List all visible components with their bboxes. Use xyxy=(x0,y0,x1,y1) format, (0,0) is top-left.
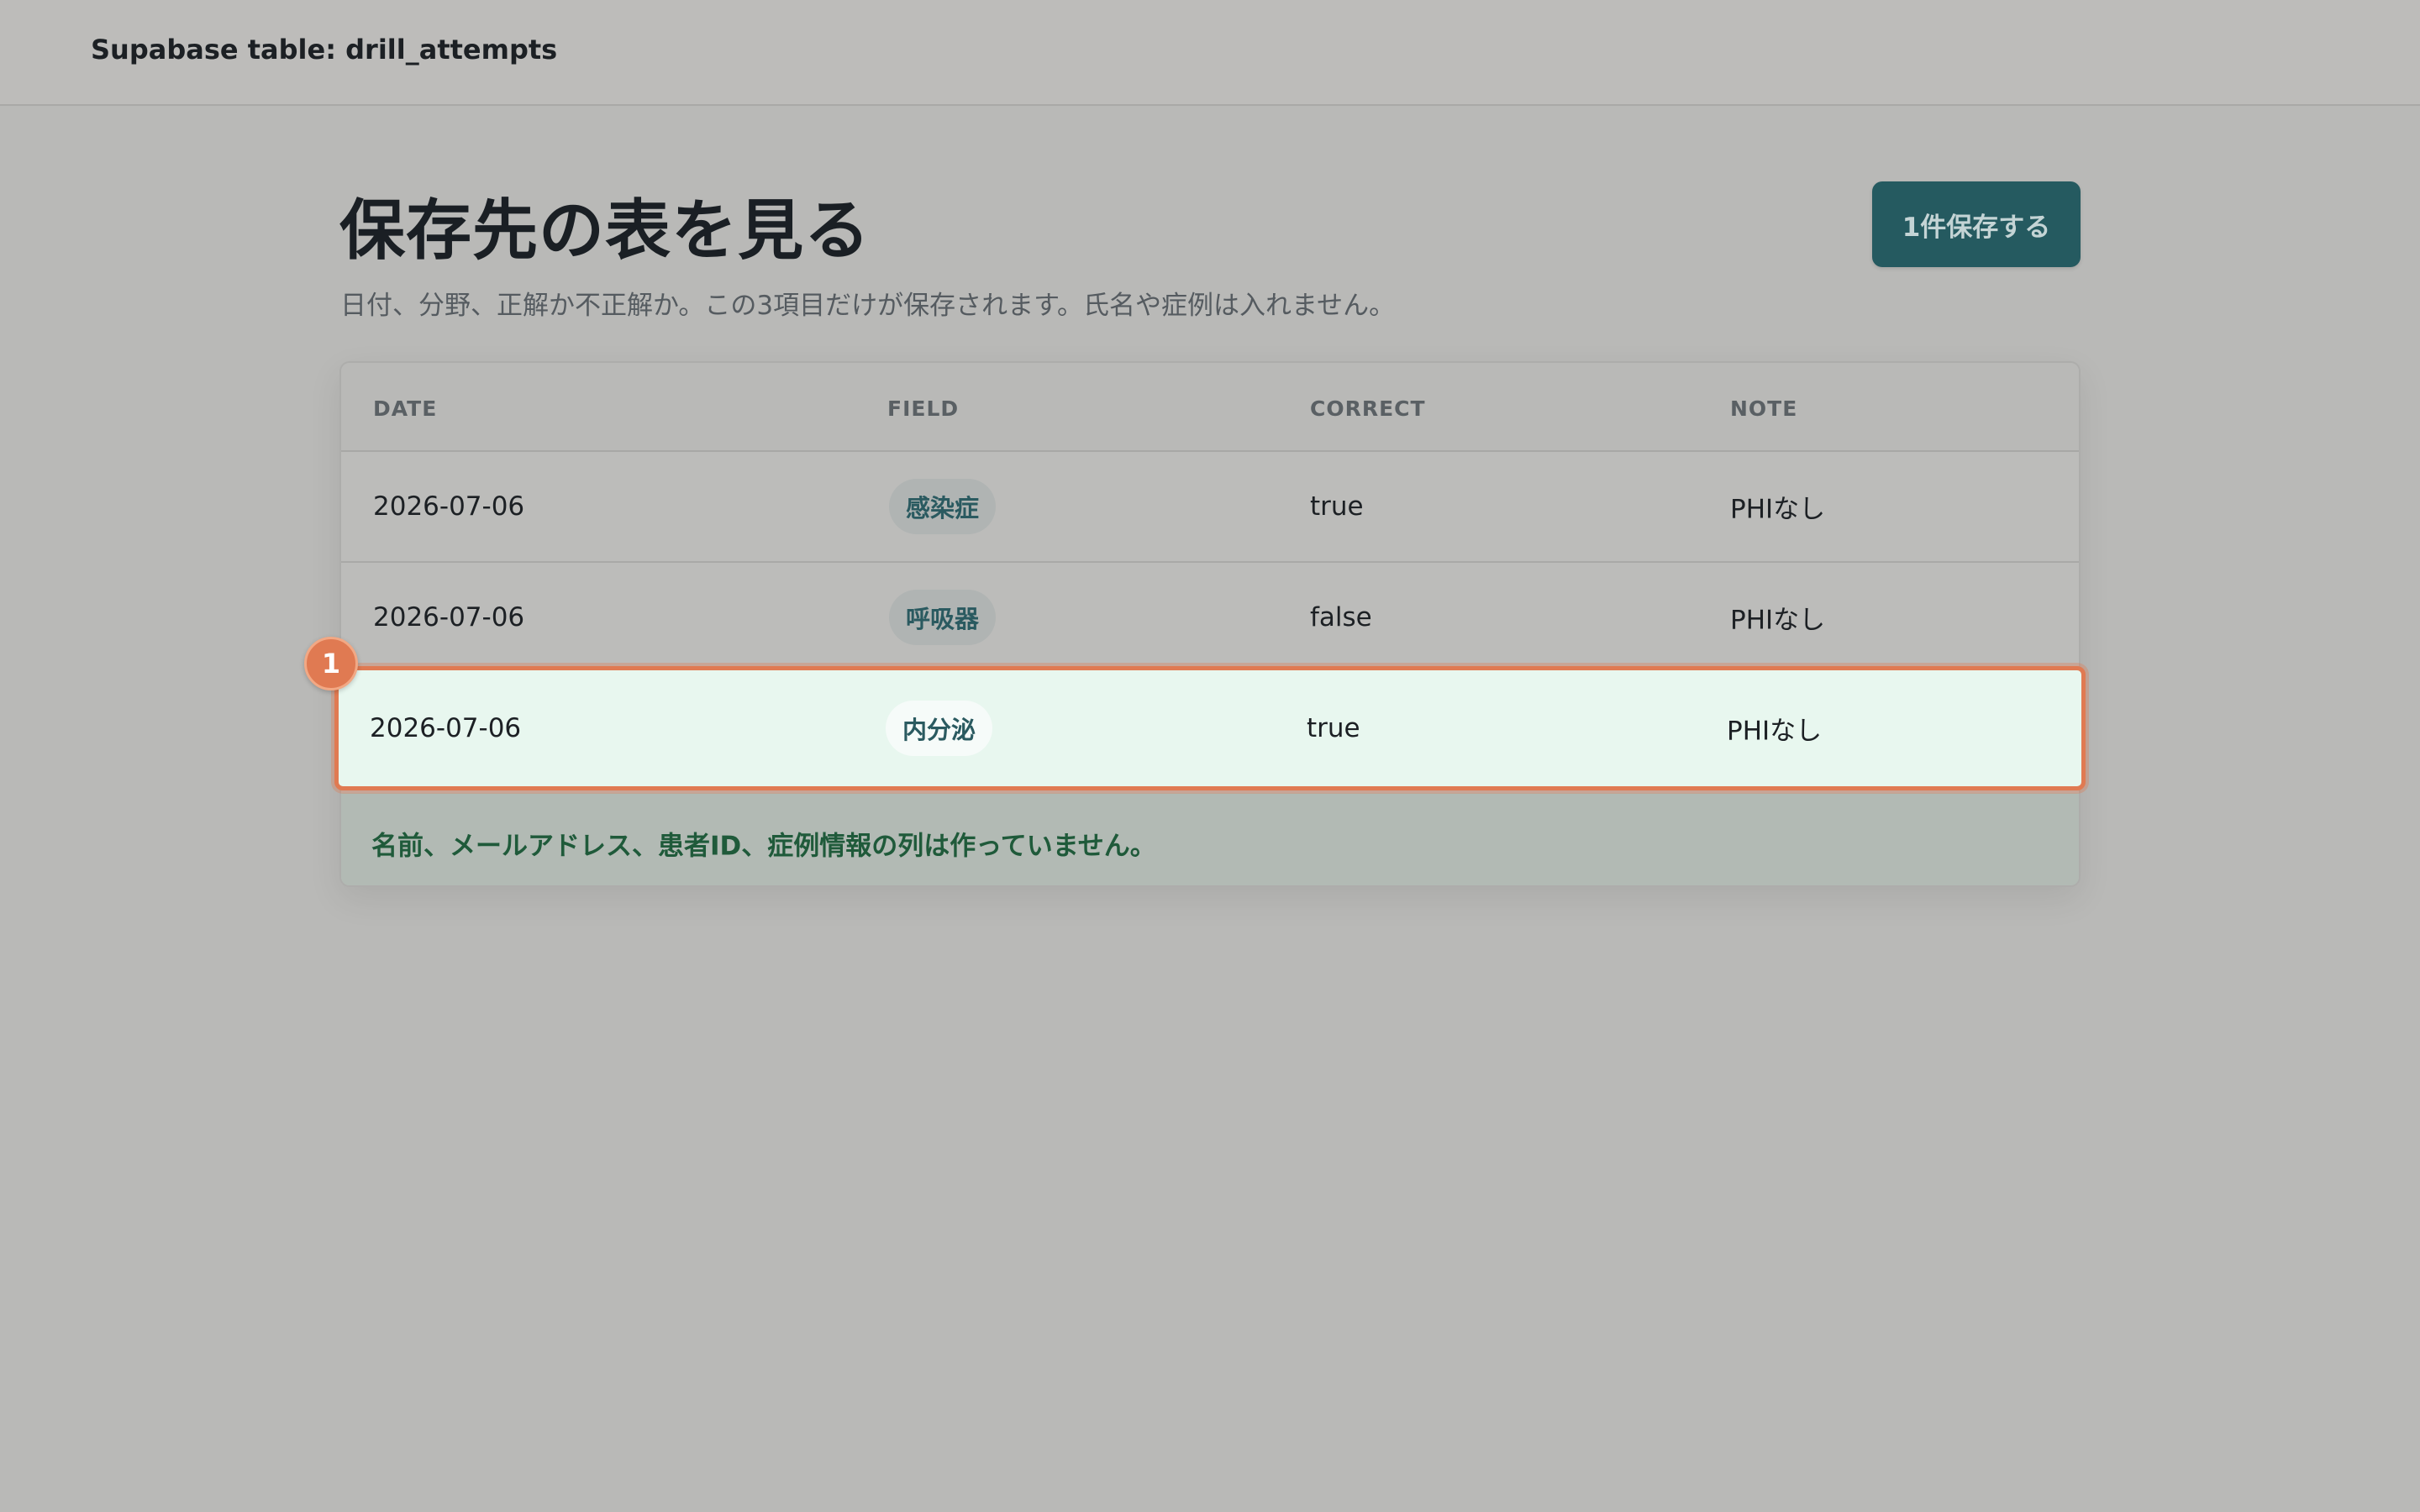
cell-date: 2026-07-06 xyxy=(373,602,525,633)
privacy-note: 名前、メールアドレス、患者ID、症例情報の列は作っていません。 xyxy=(371,831,1156,862)
table-name-title: Supabase table: drill_attempts xyxy=(91,34,558,66)
field-tag: 内分泌 xyxy=(886,701,993,756)
column-header-date: DATE xyxy=(373,396,438,421)
cell-note: PHIなし xyxy=(1730,605,1826,636)
cell-date: 2026-07-06 xyxy=(373,491,525,522)
column-header-note: NOTE xyxy=(1730,396,1798,421)
cell-note: PHIなし xyxy=(1730,494,1826,525)
column-header-field: FIELD xyxy=(887,396,960,421)
step-badge: 1 xyxy=(304,637,358,690)
field-tag: 呼吸器 xyxy=(889,590,997,645)
highlighted-table-row[interactable]: 2026-07-06 内分泌 true PHIなし xyxy=(334,666,2086,790)
table-row[interactable]: 2026-07-06 呼吸器 false PHIなし xyxy=(341,563,2079,674)
page-title: 保存先の表を見る xyxy=(339,193,871,269)
cell-correct: true xyxy=(1310,491,1364,522)
top-bar: Supabase table: drill_attempts xyxy=(0,0,2420,106)
cell-correct: false xyxy=(1310,602,1372,633)
table-header: DATE FIELD CORRECT NOTE xyxy=(341,363,2079,452)
cell-note: PHIなし xyxy=(1727,716,1823,747)
cell-date: 2026-07-06 xyxy=(370,713,522,743)
column-header-correct: CORRECT xyxy=(1310,396,1426,421)
field-tag: 感染症 xyxy=(889,479,997,534)
records-table: DATE FIELD CORRECT NOTE 2026-07-06 感染症 t… xyxy=(339,361,2081,887)
save-one-record-button[interactable]: 1件保存する xyxy=(1872,181,2081,267)
page-subtitle: 日付、分野、正解か不正解か。この3項目だけが保存されます。氏名や症例は入れません… xyxy=(340,291,1396,321)
table-footer: 名前、メールアドレス、患者ID、症例情報の列は作っていません。 xyxy=(341,793,2079,885)
table-row[interactable]: 2026-07-06 感染症 true PHIなし xyxy=(341,452,2079,563)
cell-correct: true xyxy=(1307,713,1360,743)
